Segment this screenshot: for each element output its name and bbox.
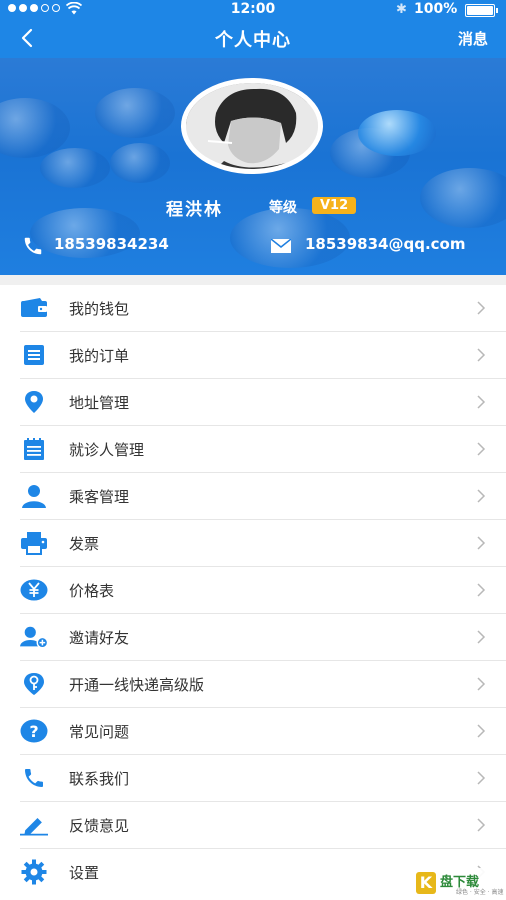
svg-text:?: ?	[29, 722, 38, 741]
yen-icon	[20, 578, 48, 602]
email-address: 18539834@qq.com	[305, 235, 466, 253]
bluetooth-icon: ✱	[396, 2, 407, 17]
chevron-right-icon	[477, 536, 486, 550]
menu-item-price-list[interactable]: 价格表	[0, 567, 506, 614]
menu-list: 我的钱包 我的订单 地址管理 就诊人管理 乘客管理 发票 价格表 邀请好友 开通…	[0, 285, 506, 896]
chevron-right-icon	[477, 348, 486, 362]
menu-item-label: 邀请好友	[69, 629, 130, 647]
page-title: 个人中心	[215, 30, 291, 51]
menu-item-label: 开通一线快递高级版	[69, 676, 205, 694]
watermark-k-icon: K	[416, 872, 436, 894]
menu-item-invite-friends[interactable]: 邀请好友	[0, 614, 506, 661]
pencil-icon	[20, 813, 48, 837]
key-pin-icon	[20, 672, 48, 696]
chevron-right-icon	[477, 724, 486, 738]
menu-item-label: 发票	[69, 535, 100, 553]
menu-item-wallet[interactable]: 我的钱包	[0, 285, 506, 332]
question-icon: ?	[20, 719, 48, 743]
status-bar: 12:00 ✱ 100%	[0, 0, 506, 20]
battery-icon	[465, 4, 498, 17]
menu-item-label: 常见问题	[69, 723, 130, 741]
person-icon	[20, 484, 48, 508]
menu-item-label: 价格表	[69, 582, 115, 600]
gear-icon	[20, 859, 48, 885]
wallet-icon	[20, 296, 48, 320]
chevron-right-icon	[477, 583, 486, 597]
chevron-right-icon	[477, 630, 486, 644]
profile-header: 程洪林 等级 V12 18539834234 18539834@qq.com	[0, 58, 506, 275]
menu-item-passengers[interactable]: 乘客管理	[0, 473, 506, 520]
chevron-right-icon	[477, 818, 486, 832]
order-list-icon	[20, 343, 48, 367]
level-label: 等级	[269, 200, 297, 216]
printer-icon	[20, 531, 48, 555]
location-pin-icon	[20, 390, 48, 414]
menu-item-label: 乘客管理	[69, 488, 130, 506]
chevron-right-icon	[477, 442, 486, 456]
watermark-subtext: 绿色 · 安全 · 高速	[456, 889, 504, 896]
menu-item-upgrade[interactable]: 开通一线快递高级版	[0, 661, 506, 708]
menu-item-label: 设置	[69, 864, 100, 882]
section-divider	[0, 275, 506, 285]
watermark-logo: K 盘下载 绿色 · 安全 · 高速	[412, 868, 506, 900]
menu-item-label: 我的订单	[69, 347, 130, 365]
menu-item-label: 联系我们	[69, 770, 130, 788]
menu-item-feedback[interactable]: 反馈意见	[0, 802, 506, 849]
chevron-right-icon	[477, 301, 486, 315]
chevron-right-icon	[477, 677, 486, 691]
phone-icon	[20, 766, 48, 790]
messages-button[interactable]: 消息	[458, 28, 488, 49]
phone-icon	[24, 237, 42, 255]
menu-item-patients[interactable]: 就诊人管理	[0, 426, 506, 473]
battery-percent: 100%	[414, 1, 458, 17]
menu-item-contact[interactable]: 联系我们	[0, 755, 506, 802]
avatar-photo	[186, 83, 318, 169]
chevron-right-icon	[477, 771, 486, 785]
menu-item-faq[interactable]: ? 常见问题	[0, 708, 506, 755]
menu-item-address[interactable]: 地址管理	[0, 379, 506, 426]
mail-icon	[271, 239, 291, 253]
add-friend-icon	[20, 625, 48, 649]
menu-item-label: 地址管理	[69, 394, 130, 412]
avatar[interactable]	[181, 78, 323, 174]
menu-item-label: 就诊人管理	[69, 441, 145, 459]
menu-item-label: 我的钱包	[69, 300, 130, 318]
chevron-right-icon	[477, 395, 486, 409]
level-badge: V12	[312, 197, 357, 214]
nav-bar: 个人中心 消息	[0, 20, 506, 58]
chevron-right-icon	[477, 489, 486, 503]
notepad-icon	[20, 437, 48, 461]
menu-item-invoice[interactable]: 发票	[0, 520, 506, 567]
phone-number: 18539834234	[54, 235, 169, 253]
menu-item-label: 反馈意见	[69, 817, 130, 835]
user-name: 程洪林	[166, 200, 223, 220]
menu-item-orders[interactable]: 我的订单	[0, 332, 506, 379]
